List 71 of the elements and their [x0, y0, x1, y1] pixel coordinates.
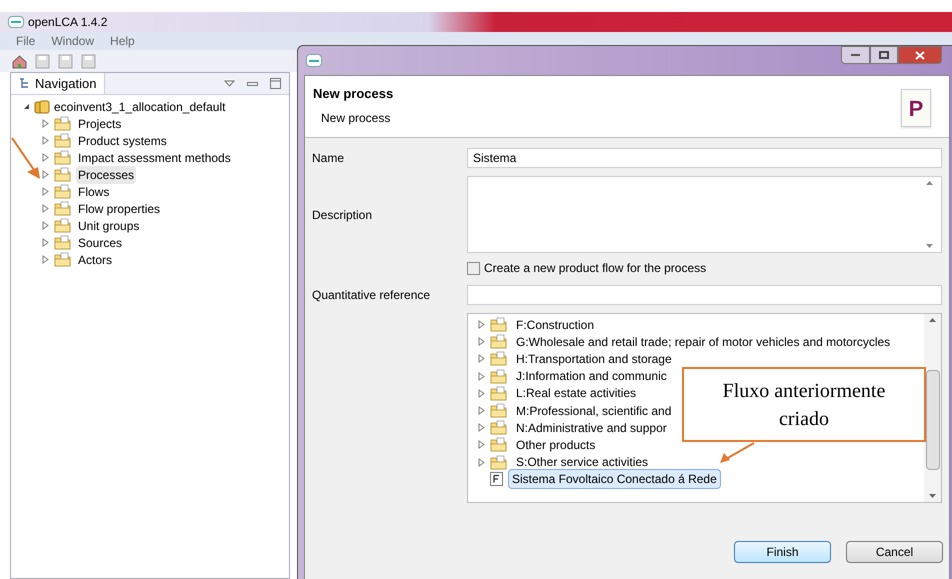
tree-item[interactable]: Product systems: [76, 132, 169, 150]
folder-icon: [490, 454, 507, 470]
view-menu-icon[interactable]: [224, 80, 235, 87]
maximize-icon[interactable]: [270, 78, 281, 89]
minimize-icon[interactable]: [247, 82, 258, 86]
field-label: Name: [312, 150, 346, 167]
annotation-callout: Fluxo anteriormente criado: [682, 367, 926, 442]
dialog-subtitle: New process: [321, 110, 392, 126]
finish-button[interactable]: Finish: [734, 541, 831, 563]
field-label: Description: [312, 206, 374, 224]
tree-item[interactable]: Projects: [76, 114, 124, 132]
tree-icon: [19, 78, 31, 89]
flow-file-icon: [490, 472, 503, 486]
description-field[interactable]: [467, 176, 942, 253]
folder-icon: [490, 351, 507, 366]
tree-item[interactable]: Flows: [76, 182, 112, 200]
folder-icon: [490, 437, 507, 452]
scroll-up-icon[interactable]: [929, 318, 936, 322]
tree-item[interactable]: ecoinvent3_1_allocation_default: [54, 98, 226, 116]
scroll-down-icon[interactable]: [929, 494, 936, 498]
cancel-button[interactable]: Cancel: [846, 541, 943, 563]
tree-item[interactable]: Impact assessment methods: [76, 148, 233, 166]
folder-icon: [54, 201, 71, 216]
folder-icon: [54, 167, 71, 182]
database-icon: [34, 100, 50, 114]
save-icon[interactable]: [58, 54, 73, 68]
checkbox[interactable]: [467, 262, 480, 274]
folder-icon: [54, 116, 71, 131]
save-icon[interactable]: [81, 54, 96, 68]
minimize-button[interactable]: [841, 46, 870, 64]
app-logo-icon: [8, 16, 24, 28]
quantitative-reference-field[interactable]: [467, 285, 942, 305]
tree-item[interactable]: Unit groups: [76, 216, 142, 234]
close-icon: [915, 50, 925, 60]
folder-icon: [54, 252, 71, 267]
folder-icon: [54, 184, 71, 199]
tree-item[interactable]: Sources: [76, 234, 124, 252]
field-label: Quantitative reference: [312, 287, 432, 304]
checkbox-label: Create a new product flow for the process: [484, 260, 706, 277]
folder-icon: [54, 218, 71, 233]
dialog-logo-icon: [306, 54, 322, 67]
tree-item[interactable]: Flow properties: [76, 200, 162, 218]
scroll-down-icon[interactable]: [926, 244, 932, 248]
name-field[interactable]: Sistema: [467, 148, 942, 168]
tree-item[interactable]: Sistema Fovoltaico Conectado á Rede: [508, 469, 721, 490]
folder-icon: [490, 368, 507, 384]
collapse-arrow-icon[interactable]: [23, 103, 30, 110]
tree-item[interactable]: Actors: [76, 250, 114, 268]
folder-icon: [490, 386, 507, 401]
folder-icon: [54, 150, 71, 165]
dialog-title: New process: [313, 85, 394, 103]
folder-icon: [54, 133, 71, 148]
scroll-up-icon[interactable]: [926, 181, 932, 185]
scrollbar[interactable]: [924, 314, 941, 502]
save-icon[interactable]: [35, 54, 50, 68]
menu-item[interactable]: Window: [51, 32, 94, 50]
annotation-arrow: [718, 442, 756, 464]
home-icon[interactable]: [12, 54, 27, 68]
folder-icon: [490, 403, 507, 418]
menu-item[interactable]: Help: [110, 32, 135, 50]
folder-icon: [490, 420, 507, 436]
close-button[interactable]: [898, 46, 942, 64]
tree-item[interactable]: Processes: [76, 166, 136, 184]
window-title: openLCA 1.4.2: [28, 14, 108, 31]
restore-button[interactable]: [870, 46, 898, 64]
folder-icon: [490, 317, 507, 332]
folder-icon: [54, 235, 71, 250]
process-file-icon: P: [901, 89, 931, 127]
folder-icon: [490, 334, 507, 350]
navigation-tab[interactable]: Navigation: [11, 73, 106, 94]
menu-item[interactable]: File: [16, 32, 36, 50]
